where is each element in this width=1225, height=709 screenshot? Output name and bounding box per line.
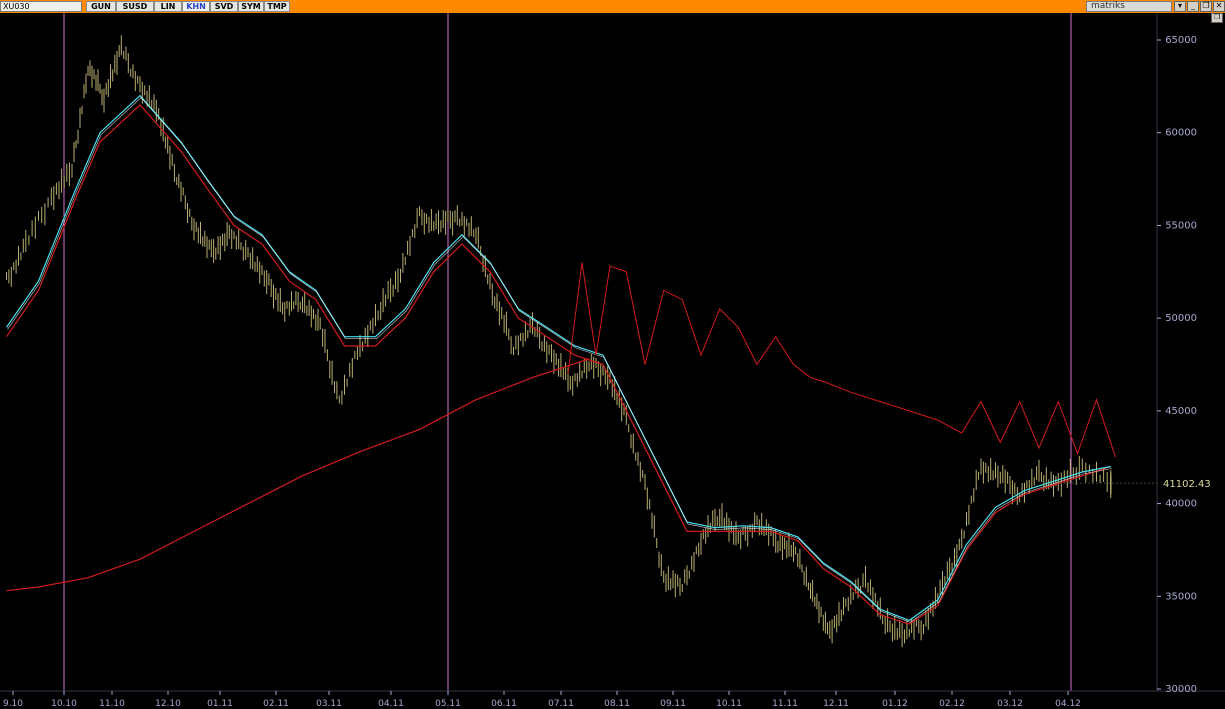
- y-tick-label: 45000: [1165, 406, 1197, 417]
- period-button-lin[interactable]: LIN: [154, 1, 182, 12]
- series-ma_envelope: [567, 262, 1116, 458]
- x-tick-label: 11.11: [772, 699, 798, 709]
- period-button-tmp[interactable]: TMP: [264, 1, 290, 12]
- x-tick-label: 03.12: [997, 699, 1023, 709]
- brand-logo: matriks: [1086, 1, 1172, 12]
- restore-icon[interactable]: ❐: [1200, 1, 1212, 12]
- close-icon[interactable]: ✕: [1213, 1, 1225, 12]
- period-button-gun[interactable]: GUN: [86, 1, 116, 12]
- y-tick-label: 50000: [1165, 313, 1197, 324]
- x-tick-label: 10.11: [716, 699, 742, 709]
- x-tick-label: 07.11: [548, 699, 574, 709]
- y-tick-label: 65000: [1165, 35, 1197, 46]
- toolbar: XU030 GUN SUSD LIN KHN SVD SYM TMP matriks ▾ _…: [0, 0, 1225, 13]
- x-tick-label: 10.10: [51, 699, 77, 709]
- series-ma-white: [7, 97, 1112, 623]
- x-tick-label: 12.10: [155, 699, 181, 709]
- x-tick-label: 02.12: [939, 699, 965, 709]
- symbol-field[interactable]: XU030: [0, 1, 82, 12]
- x-tick-label: 03.11: [316, 699, 342, 709]
- x-tick-label: 02.11: [263, 699, 289, 709]
- x-tick-label: 09.11: [660, 699, 686, 709]
- x-tick-label: 11.10: [99, 699, 125, 709]
- last-value-label: 41102.43: [1163, 479, 1211, 490]
- period-button-khn[interactable]: KHN: [182, 1, 210, 12]
- price-chart[interactable]: 65000 60000 55000 50000 45000 40000 35000 30000…: [0, 13, 1225, 709]
- period-button-susd[interactable]: SUSD: [116, 1, 154, 12]
- x-tick-label: 08.11: [604, 699, 630, 709]
- y-tick-label: 55000: [1165, 220, 1197, 231]
- series-ma_cyan: [6, 94, 1111, 622]
- y-tick-label: 35000: [1165, 591, 1197, 602]
- y-tick-label: 40000: [1165, 499, 1197, 510]
- series-ma_long: [6, 358, 590, 592]
- series-price: [6, 35, 1112, 648]
- x-tick-label: 06.11: [491, 699, 517, 709]
- minimize-icon[interactable]: _: [1187, 1, 1199, 12]
- x-tick-label: 04.11: [378, 699, 404, 709]
- x-tick-label: 05.11: [435, 699, 461, 709]
- dropdown-icon[interactable]: ▾: [1174, 1, 1186, 12]
- x-tick-label: 01.12: [882, 699, 908, 709]
- y-tick-label: 60000: [1165, 128, 1197, 139]
- y-tick-label: 30000: [1165, 684, 1197, 695]
- period-button-svd[interactable]: SVD: [210, 1, 238, 12]
- x-tick-label: 12.11: [823, 699, 849, 709]
- x-tick-label: 01.11: [207, 699, 233, 709]
- period-button-sym[interactable]: SYM: [238, 1, 264, 12]
- x-tick-label: 04.12: [1055, 699, 1081, 709]
- x-tick-label: 9.10: [3, 699, 23, 709]
